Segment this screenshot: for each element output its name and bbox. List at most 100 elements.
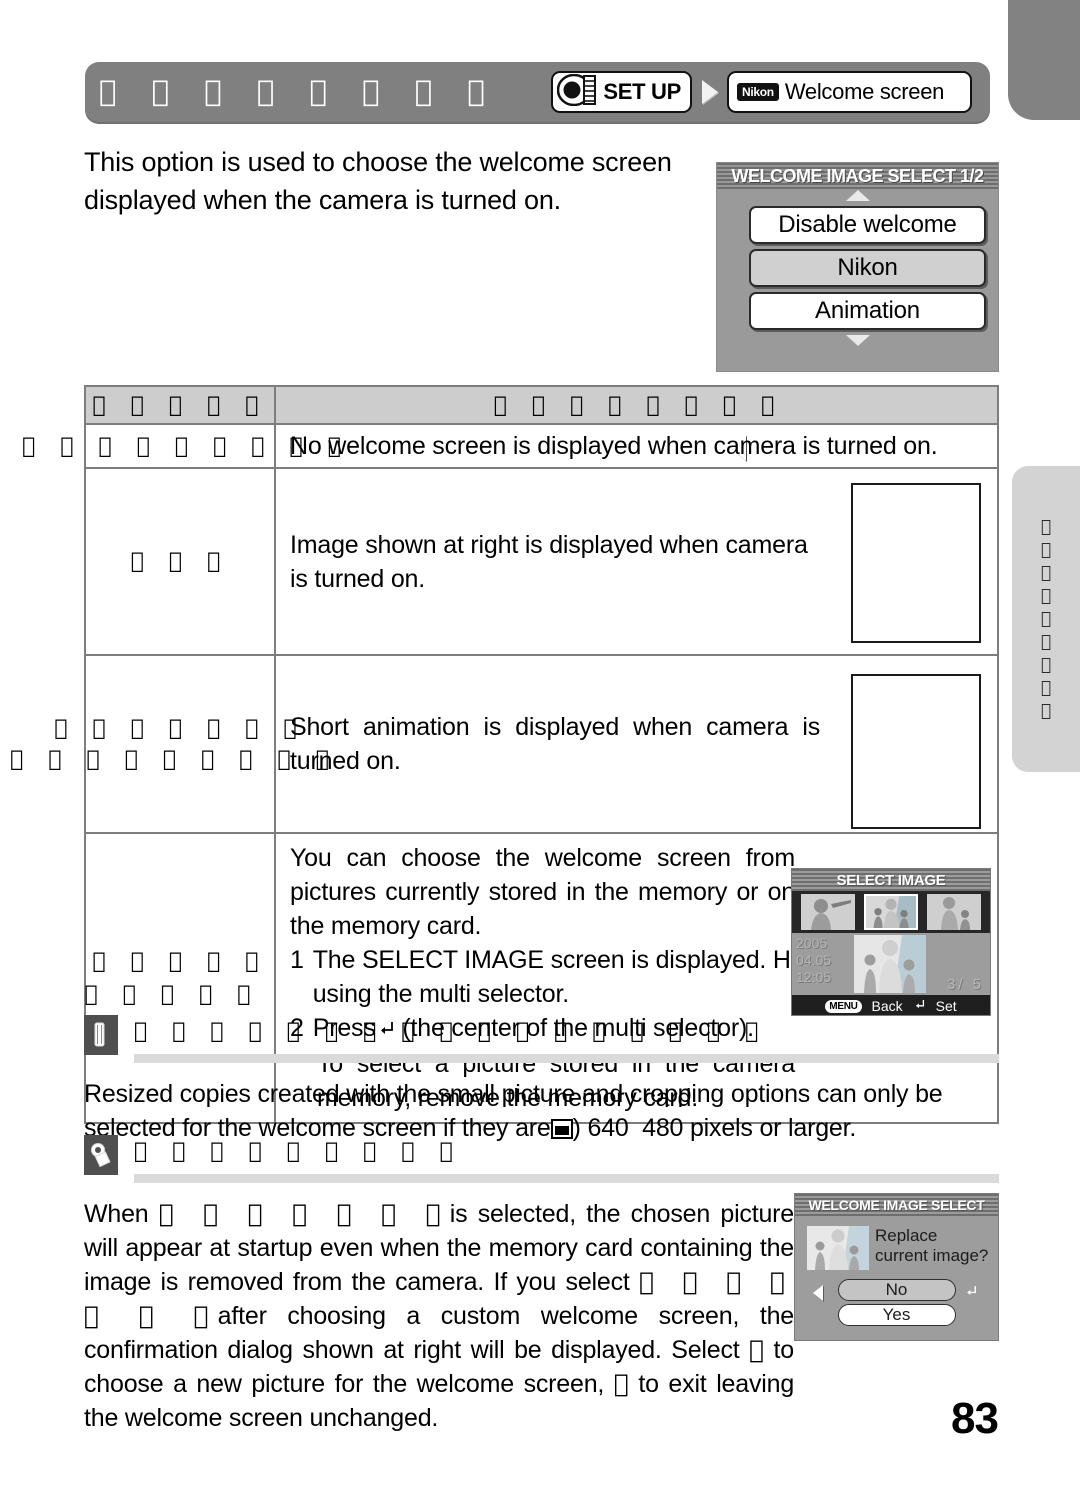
menu-key-icon[interactable]: MENU bbox=[825, 999, 862, 1013]
camera-playback-icon bbox=[84, 1135, 118, 1175]
preview-picture bbox=[854, 935, 926, 993]
thumbnail-3[interactable] bbox=[927, 894, 982, 930]
date-time: 12:05 bbox=[796, 969, 832, 985]
section-header-banner: 􀀀 􀀀 􀀀 􀀀 􀀀 􀀀 􀀀 􀀀 SET UP Nikon Welcome scr… bbox=[85, 62, 990, 124]
side-tab-label: 􀀀 bbox=[1040, 609, 1052, 629]
options-table: 􀀀 􀀀 􀀀 􀀀 􀀀 􀀀 􀀀 􀀀 􀀀 􀀀 􀀀 􀀀 􀀀 􀀀 􀀀 􀀀 􀀀 􀀀 􀀀 􀀀 … bbox=[10, 385, 999, 1124]
image-counter: 3/ 5 bbox=[946, 976, 984, 993]
table-cell-description: No welcome screen is displayed when came… bbox=[276, 425, 997, 467]
table-cell-description: Short animation is displayed when camera… bbox=[276, 656, 997, 832]
thumbnail-2-selected[interactable] bbox=[863, 894, 918, 930]
option-label-line1: 􀀀 􀀀 􀀀 􀀀 􀀀 􀀀 􀀀 bbox=[54, 716, 306, 741]
note-divider bbox=[134, 1174, 999, 1183]
note-text-1: When bbox=[84, 1200, 149, 1228]
thumbnail-strip bbox=[792, 891, 990, 933]
table-row: 􀀀 􀀀 􀀀 􀀀 􀀀 􀀀 􀀀 􀀀 􀀀 􀀀 􀀀 􀀀 􀀀 􀀀 􀀀 􀀀 Short an… bbox=[10, 656, 997, 834]
option-label-line2: 􀀀 􀀀 􀀀 􀀀 􀀀 bbox=[84, 982, 260, 1007]
table-header-col1-label: 􀀀 􀀀 􀀀 􀀀 􀀀 bbox=[92, 392, 268, 418]
lcd-option-animation[interactable]: Animation bbox=[749, 292, 986, 330]
option-label-line1: 􀀀 􀀀 􀀀 􀀀 􀀀 bbox=[92, 949, 268, 974]
thumbnail-1[interactable] bbox=[800, 894, 855, 930]
note-body: When 􀀀 􀀀 􀀀 􀀀 􀀀 􀀀 􀀀is selected, the chose… bbox=[84, 1197, 794, 1435]
page-title: 􀀀 􀀀 􀀀 􀀀 􀀀 􀀀 􀀀 􀀀 bbox=[99, 74, 498, 108]
setup-label: SET UP bbox=[603, 79, 681, 104]
corner-tab bbox=[1008, 0, 1080, 120]
confirm-no-button[interactable]: No bbox=[837, 1279, 956, 1301]
table-cell-option: 􀀀 􀀀 􀀀 􀀀 􀀀 􀀀 􀀀 􀀀 􀀀 bbox=[22, 425, 341, 467]
description-text: You can choose the welcome screen from p… bbox=[290, 844, 795, 940]
menu-item-label: Welcome screen bbox=[784, 79, 945, 104]
description-text: No welcome screen is displayed when came… bbox=[290, 432, 938, 460]
option-label: 􀀀 􀀀 􀀀 bbox=[130, 549, 230, 574]
table-cell-option: 􀀀 􀀀 􀀀 􀀀 􀀀 􀀀 􀀀 􀀀 􀀀 􀀀 􀀀 􀀀 􀀀 􀀀 􀀀 􀀀 bbox=[10, 656, 329, 832]
side-index-tab[interactable]: 􀀀 􀀀 􀀀 􀀀 􀀀 􀀀 􀀀 􀀀 􀀀 bbox=[1012, 466, 1080, 772]
note-block-tip: 􀀀 􀀀 􀀀 􀀀 􀀀 􀀀 􀀀 􀀀 􀀀 􀀀 􀀀 􀀀 􀀀 􀀀 􀀀 􀀀 􀀀 Resize… bbox=[84, 1015, 999, 1145]
lcd-welcome-image-select: WELCOME IMAGE SELECT 1/2 Disable welcome… bbox=[716, 162, 999, 461]
lcd-option-nikon[interactable]: Nikon bbox=[749, 249, 986, 287]
confirm-no-label: No bbox=[885, 1280, 908, 1299]
table-header-col2-label: 􀀀 􀀀 􀀀 􀀀 􀀀 􀀀 􀀀 􀀀 bbox=[493, 392, 784, 418]
side-tab-label: 􀀀 bbox=[1040, 678, 1052, 698]
lcd-confirm-row: Replace current image? bbox=[795, 1216, 998, 1270]
intro-paragraph: This option is used to choose the welcom… bbox=[84, 147, 672, 215]
setup-menu-badge: SET UP bbox=[551, 71, 692, 113]
selected-picture-thumbnail bbox=[807, 1226, 869, 1270]
confirm-buttons: No Yes bbox=[795, 1279, 998, 1326]
table-header-col2: 􀀀 􀀀 􀀀 􀀀 􀀀 􀀀 􀀀 􀀀 bbox=[276, 387, 997, 423]
table-row: 􀀀 􀀀 􀀀 􀀀 􀀀 􀀀 􀀀 􀀀 􀀀 No welcome screen is d… bbox=[22, 425, 997, 469]
lcd-option-label: Animation bbox=[815, 297, 920, 324]
back-label: Back bbox=[871, 998, 903, 1014]
lcd-option-label: Nikon bbox=[837, 254, 898, 281]
side-tab-label: 􀀀 bbox=[1040, 632, 1052, 652]
lcd-title: WELCOME IMAGE SELECT 1/2 bbox=[731, 165, 984, 186]
lcd-confirm-title: WELCOME IMAGE SELECT bbox=[808, 1197, 985, 1213]
lcd-select-title: SELECT IMAGE bbox=[836, 871, 946, 889]
lcd-titlebar: WELCOME IMAGE SELECT 1/2 bbox=[717, 163, 998, 189]
lens-dial-icon bbox=[557, 73, 601, 111]
enter-key-icon bbox=[964, 1283, 978, 1303]
table-cell-description: Image shown at right is displayed when c… bbox=[276, 469, 997, 654]
lcd-select-titlebar: SELECT IMAGE bbox=[792, 869, 990, 891]
side-tab-label: 􀀀 bbox=[1040, 586, 1052, 606]
table-header-row: 􀀀 􀀀 􀀀 􀀀 􀀀 􀀀 􀀀 􀀀 􀀀 􀀀 􀀀 􀀀 􀀀 bbox=[86, 387, 997, 425]
scroll-down-arrow-icon[interactable] bbox=[845, 335, 870, 346]
left-cursor-arrow-icon bbox=[813, 1285, 823, 1301]
menu-item-badge: Nikon Welcome screen bbox=[727, 71, 972, 113]
table-cell-option: 􀀀 􀀀 􀀀 bbox=[86, 469, 276, 654]
side-tab-label: 􀀀 bbox=[1040, 701, 1052, 721]
lcd-select-footer: MENU Back Set bbox=[792, 995, 990, 1015]
side-tab-label: 􀀀 bbox=[1040, 517, 1052, 537]
confirm-yes-button[interactable]: Yes bbox=[837, 1304, 956, 1326]
note-heading: 􀀀 􀀀 􀀀 􀀀 􀀀 􀀀 􀀀 􀀀 􀀀 􀀀 􀀀 􀀀 􀀀 􀀀 􀀀 􀀀 􀀀 bbox=[134, 1019, 768, 1044]
note-divider bbox=[134, 1054, 999, 1063]
description-text: Image shown at right is displayed when c… bbox=[290, 530, 808, 593]
side-tab-label: 􀀀 bbox=[1040, 655, 1052, 675]
note-tofu-4: 􀀀 bbox=[613, 1369, 629, 1398]
lcd-option-disable-welcome[interactable]: Disable welcome bbox=[749, 206, 986, 244]
lcd-select-image: SELECT IMAGE 2005 04.05 12:05 3/ 5 MENU … bbox=[791, 868, 991, 1016]
set-label: Set bbox=[935, 998, 957, 1014]
date-year: 2005 bbox=[796, 935, 828, 951]
scroll-up-arrow-icon[interactable] bbox=[845, 190, 870, 201]
side-tab-label: 􀀀 bbox=[1040, 540, 1052, 560]
note-block-info: 􀀀 􀀀 􀀀 􀀀 􀀀 􀀀 􀀀 􀀀 􀀀 When 􀀀 􀀀 􀀀 􀀀 􀀀 􀀀 􀀀is s… bbox=[84, 1135, 999, 1435]
table-header-col1: 􀀀 􀀀 􀀀 􀀀 􀀀 bbox=[86, 387, 276, 423]
description-text: Short animation is displayed when camera… bbox=[290, 713, 820, 775]
note-tofu-1: 􀀀 􀀀 􀀀 􀀀 􀀀 􀀀 􀀀 bbox=[158, 1199, 450, 1228]
date-day: 04.05 bbox=[796, 952, 832, 968]
arrow-right-icon bbox=[702, 80, 718, 104]
side-tab-label: 􀀀 bbox=[1040, 563, 1052, 583]
table-row: 􀀀 􀀀 􀀀 Image shown at right is displayed … bbox=[86, 469, 997, 656]
sample-animation-image-thumb bbox=[851, 674, 981, 829]
lcd-option-label: Disable welcome bbox=[778, 211, 957, 238]
lcd-select-preview: 2005 04.05 12:05 3/ 5 bbox=[792, 933, 990, 995]
page-number: 83 bbox=[951, 1394, 999, 1443]
step-number: 1 bbox=[290, 946, 304, 974]
enter-key-icon bbox=[913, 998, 926, 1014]
pencil-note-icon bbox=[84, 1015, 118, 1055]
lcd-confirm-titlebar: WELCOME IMAGE SELECT bbox=[795, 1194, 998, 1216]
capture-date: 2005 04.05 12:05 bbox=[796, 935, 831, 986]
nikon-logo: Nikon bbox=[737, 83, 779, 101]
lcd-confirm-dialog: WELCOME IMAGE SELECT Replace current ima… bbox=[794, 1193, 999, 1341]
confirm-message: Replace current image? bbox=[875, 1226, 989, 1265]
